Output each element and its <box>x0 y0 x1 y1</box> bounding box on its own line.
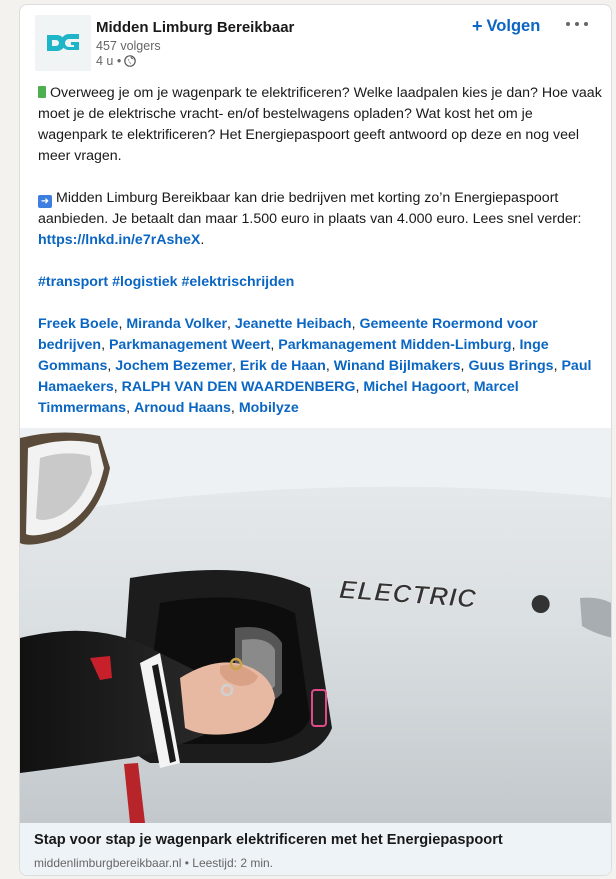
company-logo-icon <box>47 34 79 51</box>
article-short-link[interactable]: https://lnkd.in/e7rAsheX <box>38 232 200 248</box>
mention-link[interactable]: Michel Hagoort <box>363 379 465 395</box>
mention-link[interactable]: Winand Bijlmakers <box>334 358 461 374</box>
plus-icon: + <box>472 15 483 36</box>
company-logo[interactable] <box>35 15 91 71</box>
post-paragraph-2: ➜ Midden Limburg Bereikbaar kan drie bedr… <box>38 190 582 248</box>
mention-link[interactable]: Erik de Haan <box>240 358 326 374</box>
right-arrow-icon: ➜ <box>38 195 52 208</box>
feed-post-card: Midden Limburg Bereikbaar 457 volgers 4 … <box>19 4 612 876</box>
battery-icon <box>38 86 46 98</box>
post-body: Overweeg je om je wagenpark te elektrifi… <box>38 83 603 440</box>
mention-link[interactable]: Guus Brings <box>468 358 553 374</box>
follow-button[interactable]: + Volgen <box>472 14 540 38</box>
more-options-button[interactable] <box>562 13 592 35</box>
hashtag[interactable]: #logistiek <box>112 274 177 290</box>
hashtag[interactable]: #elektrischrijden <box>182 274 295 290</box>
mention-list: Freek Boele, Miranda Volker, Jeanette He… <box>38 316 592 416</box>
mention-link[interactable]: Freek Boele <box>38 316 118 332</box>
mention-link[interactable]: Miranda Volker <box>126 316 227 332</box>
company-name[interactable]: Midden Limburg Bereikbaar <box>96 19 294 36</box>
follower-count: 457 volgers <box>96 39 161 53</box>
hashtags: #transport #logistiek #elektrischrijden <box>38 272 603 293</box>
more-horizontal-icon <box>566 22 570 26</box>
globe-icon <box>124 55 137 67</box>
ev-charging-photo: ELECTRIC <box>20 428 611 823</box>
mention-link[interactable]: Arnoud Haans <box>134 400 231 416</box>
mention-link[interactable]: Parkmanagement Weert <box>109 337 270 353</box>
follow-label: Volgen <box>486 16 541 35</box>
post-header: Midden Limburg Bereikbaar 457 volgers 4 … <box>20 5 611 85</box>
post-paragraph-1: Overweeg je om je wagenpark te elektrifi… <box>38 85 602 164</box>
mention-link[interactable]: Mobilyze <box>239 400 299 416</box>
article-title[interactable]: Stap voor stap je wagenpark elektrificer… <box>34 832 503 848</box>
mention-link[interactable]: Jeanette Heibach <box>235 316 352 332</box>
post-time: 4 u • <box>96 54 122 68</box>
post-image[interactable]: ELECTRIC <box>20 428 611 823</box>
mention-link[interactable]: RALPH VAN DEN WAARDENBERG <box>122 379 356 395</box>
hashtag[interactable]: #transport <box>38 274 108 290</box>
mention-link[interactable]: Jochem Bezemer <box>115 358 232 374</box>
article-preview[interactable]: Stap voor stap je wagenpark elektrificer… <box>20 823 611 875</box>
mention-link[interactable]: Parkmanagement Midden-Limburg <box>278 337 511 353</box>
post-meta: 4 u • <box>96 54 137 68</box>
article-source: middenlimburgbereikbaar.nl • Leestijd: 2… <box>34 856 273 870</box>
